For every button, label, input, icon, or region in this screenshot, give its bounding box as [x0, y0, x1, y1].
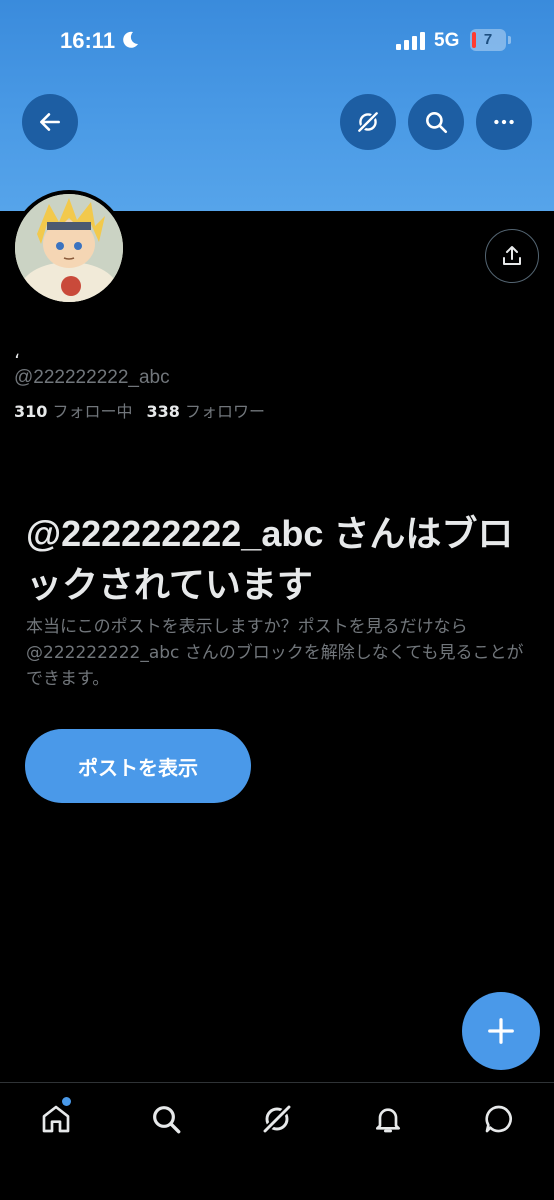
grok-icon: [357, 111, 379, 133]
nav-home[interactable]: [38, 1101, 74, 1137]
nav-notifications[interactable]: [370, 1101, 406, 1137]
moon-icon: [123, 31, 138, 48]
profile-handle: @222222222_abc: [14, 367, 170, 388]
battery-cap: [508, 36, 511, 44]
plus-icon: [488, 1018, 514, 1044]
search-icon: [153, 1106, 181, 1134]
following-link[interactable]: 310 フォロー中: [14, 402, 133, 421]
grok-button[interactable]: [340, 94, 396, 150]
home-icon: [42, 1105, 70, 1133]
status-bar: 16:11 5G 7: [0, 0, 554, 80]
avatar[interactable]: [11, 190, 127, 306]
battery-fill: [472, 32, 476, 48]
followers-link[interactable]: 338 フォロワー: [147, 402, 266, 421]
following-count: 310: [14, 402, 48, 421]
blocked-title: @222222222_abc さんはブロックされています: [26, 513, 514, 605]
nav-messages[interactable]: [481, 1101, 517, 1137]
compose-button[interactable]: [462, 992, 540, 1070]
follow-stats: 310 フォロー中 338 フォロワー: [14, 398, 265, 422]
more-horizontal-icon: [494, 119, 514, 125]
avatar-image: [15, 194, 123, 302]
grok-icon: [262, 1104, 292, 1134]
bell-icon: [376, 1108, 400, 1133]
back-button[interactable]: [22, 94, 78, 150]
followers-label: フォロワー: [185, 402, 266, 421]
network-label: 5G: [434, 30, 460, 51]
search-button[interactable]: [408, 94, 464, 150]
status-time: 16:11: [60, 28, 116, 53]
more-button[interactable]: [476, 94, 532, 150]
share-icon: [503, 246, 521, 265]
following-label: フォロー中: [52, 402, 133, 421]
display-name: ،: [14, 342, 20, 363]
battery-level: 7: [483, 31, 493, 48]
share-button[interactable]: [485, 229, 539, 283]
followers-count: 338: [146, 402, 180, 421]
home-notification-dot: [62, 1097, 71, 1106]
bottom-nav: [0, 1082, 554, 1200]
blocked-description: 本当にこのポストを表示しますか？ポストを見るだけなら @222222222_ab…: [26, 617, 524, 689]
arrow-left-icon: [40, 113, 60, 131]
battery-indicator: 7: [470, 29, 506, 51]
show-posts-button[interactable]: ポストを表示: [25, 729, 251, 803]
search-icon: [426, 112, 448, 134]
nav-grok[interactable]: [259, 1101, 295, 1137]
signal-icon: [396, 32, 425, 50]
message-icon: [485, 1105, 512, 1133]
nav-search[interactable]: [148, 1101, 184, 1137]
